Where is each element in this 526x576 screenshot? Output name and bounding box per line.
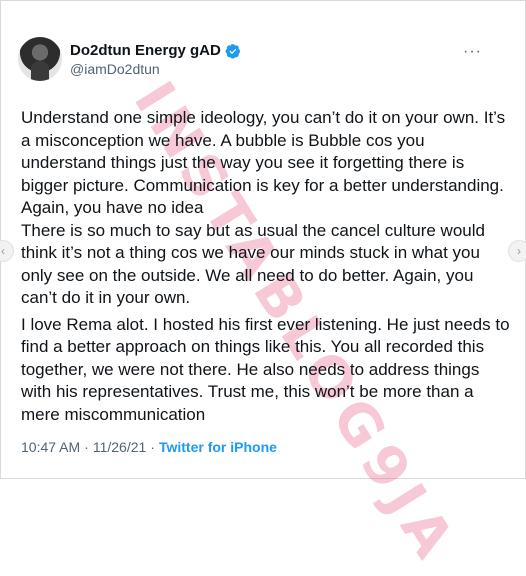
- tweet-paragraph: I love Rema alot. I hosted his first eve…: [21, 314, 510, 424]
- tweet-time[interactable]: 10:47 AM: [21, 439, 80, 455]
- tweet-text: Understand one simple ideology, you can’…: [21, 107, 513, 426]
- tweet-card: Do2dtun Energy gAD @iamDo2dtun ··· INSTA…: [0, 0, 526, 576]
- meta-separator: ·: [84, 439, 89, 455]
- verified-badge-icon: [225, 43, 241, 59]
- tweet-date[interactable]: 11/26/21: [93, 439, 146, 455]
- tweet-paragraph: Understand one simple ideology, you can’…: [21, 108, 506, 217]
- tweet-paragraph: There is so much to say but as usual the…: [21, 220, 485, 308]
- display-name[interactable]: Do2dtun Energy gAD: [70, 42, 221, 59]
- author-line: Do2dtun Energy gAD: [70, 42, 241, 59]
- tweet-meta: 10:47 AM · 11/26/21 · Twitter for iPhone: [21, 439, 277, 455]
- more-options-icon[interactable]: ···: [463, 43, 482, 61]
- tweet-source[interactable]: Twitter for iPhone: [159, 439, 277, 455]
- avatar[interactable]: [18, 37, 62, 81]
- meta-separator: ·: [150, 439, 155, 455]
- user-handle[interactable]: @iamDo2dtun: [70, 61, 160, 77]
- next-arrow-icon[interactable]: ›: [508, 240, 526, 262]
